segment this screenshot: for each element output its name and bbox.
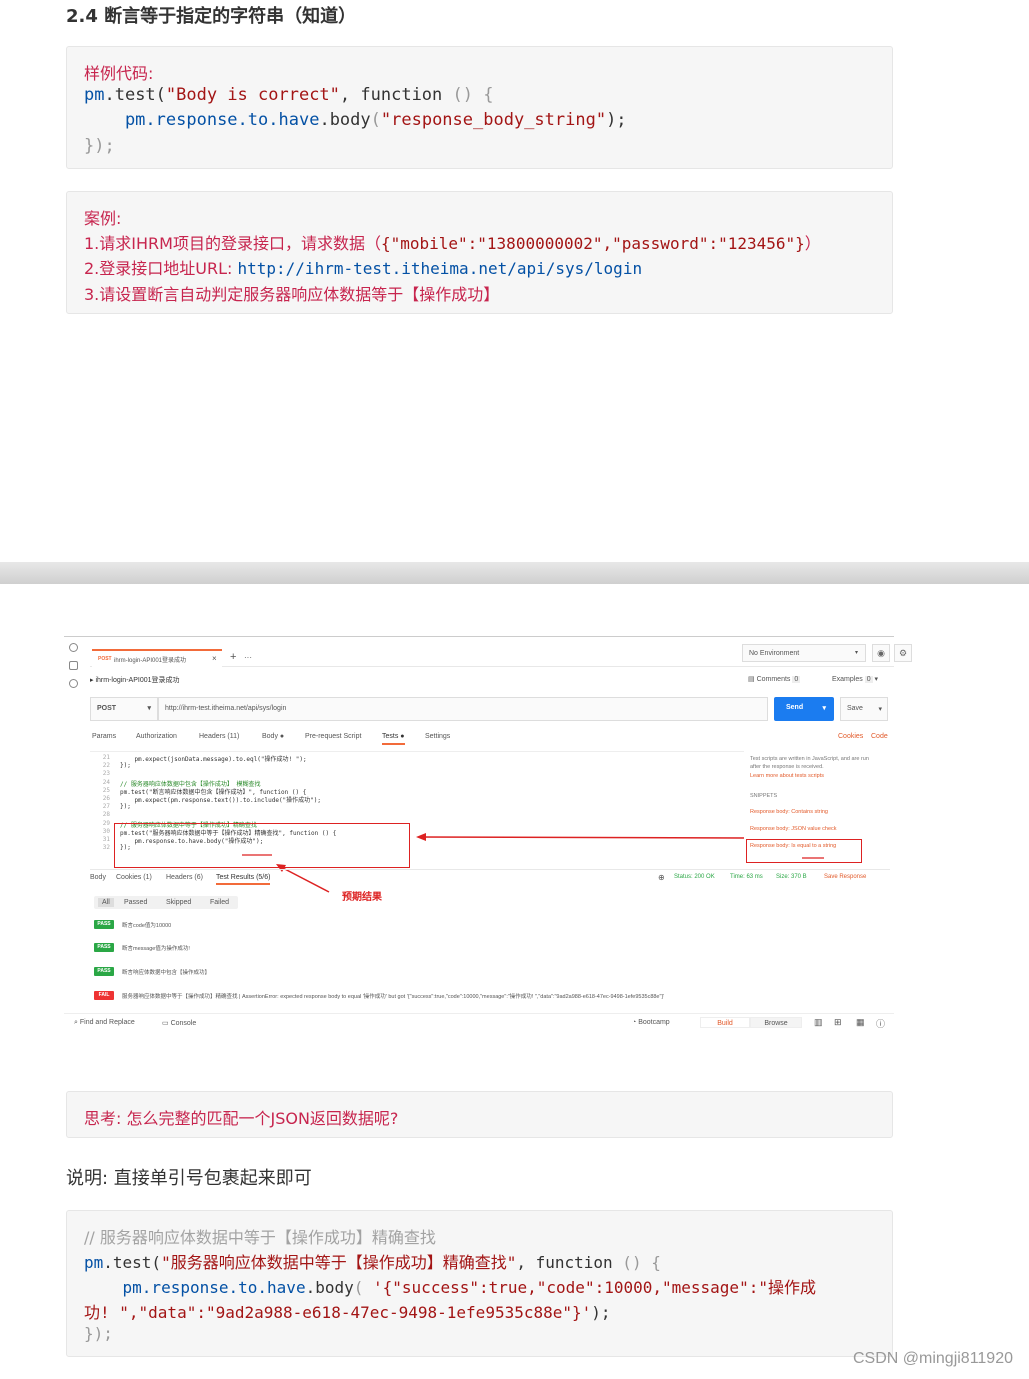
size-text: Size: 370 B [776,874,807,880]
sample-code-block: 样例代码: pm.test("Body is correct", functio… [66,46,893,169]
example-line-2: 2.登录接口地址URL: http://ihrm-test.itheima.ne… [84,259,643,278]
result-text: 断言message值为操作成功! [122,946,190,952]
example-line-1: 1.请求IHRM项目的登录接口，请求数据（{"mobile":"13800000… [84,234,821,253]
filter-skipped[interactable]: Skipped [166,899,191,906]
final-line-3: 功! ","data":"9ad2a988-e618-47ec-9498-1ef… [84,1303,611,1322]
panes-icon[interactable]: ⊞ [834,1017,842,1028]
filter-passed[interactable]: Passed [124,899,147,906]
status-text: Status: 200 OK [674,874,715,880]
time-text: Time: 63 ms [730,874,763,880]
example-block: 案例: 1.请求IHRM项目的登录接口，请求数据（{"mobile":"1380… [66,191,893,314]
note-text: 说明: 直接单引号包裹起来即可 [66,1168,312,1189]
result-text: 断言响应体数据中包含【操作成功】 [122,970,211,976]
gear-icon[interactable]: ⚙ [894,644,912,662]
page-divider [0,562,1029,584]
result-status-badge: FAIL [94,991,114,1000]
find-replace-button[interactable]: ⌕ Find and Replace [74,1019,135,1027]
resp-tab-headers[interactable]: Headers (6) [166,874,203,881]
globe-icon: ⊕ [658,873,665,882]
final-line-1: pm.test("服务器响应体数据中等于【操作成功】精确查找", functio… [84,1253,661,1272]
result-status-badge: PASS [94,967,114,976]
result-text: 服务器响应体数据中等于【操作成功】精确查找 | AssertionError: … [122,994,665,1000]
sample-label: 样例代码: [84,64,154,83]
result-text: 断言code值为10000 [122,923,172,929]
status-footer: ⌕ Find and Replace ▭ Console ◔ Bootcamp … [64,1013,894,1031]
resp-tab-body[interactable]: Body [90,874,106,881]
result-status-badge: PASS [94,943,114,952]
final-line-4: }); [84,1324,113,1343]
final-line-2: pm.response.to.have.body( '{"success":tr… [84,1278,816,1297]
sample-line-3: }); [84,136,115,156]
filter-all[interactable]: All [98,898,114,907]
sample-line-2: pm.response.to.have.body("response_body_… [84,110,627,130]
final-code-block: // 服务器响应体数据中等于【操作成功】精确查找 pm.test("服务器响应体… [66,1210,893,1357]
watermark: CSDN @mingji811920 [852,1350,1013,1367]
result-status-badge: PASS [94,920,114,929]
save-response-button[interactable]: Save Response [824,874,866,880]
resp-tab-test-results[interactable]: Test Results (5/6) [216,874,271,885]
section-heading: 2.4 断言等于指定的字符串（知道） [66,6,357,27]
help-icon[interactable]: ⓘ [876,1017,885,1030]
resp-tab-cookies[interactable]: Cookies (1) [116,874,152,881]
bootcamp-button[interactable]: ◔ Bootcamp [632,1019,670,1026]
console-button[interactable]: ▭ Console [162,1019,196,1027]
filter-bar: All Passed Skipped Failed [94,896,238,909]
build-button[interactable]: Build [700,1017,750,1028]
postman-screenshot: POST ihrm-login-API001登录成功 × + ··· No En… [64,636,912,1031]
response-panel: Body Cookies (1) Headers (6) Test Result… [90,869,890,1019]
example-label: 案例: [84,209,122,228]
final-comment: // 服务器响应体数据中等于【操作成功】精确查找 [84,1228,436,1247]
browse-button[interactable]: Browse [750,1017,802,1028]
sample-line-1: pm.test("Body is correct", function () { [84,85,494,105]
think-text: 思考: 怎么完整的匹配一个JSON返回数据呢? [84,1109,399,1128]
layout-icon[interactable]: ▥ [814,1017,823,1028]
filter-failed[interactable]: Failed [210,899,229,906]
think-block: 思考: 怎么完整的匹配一个JSON返回数据呢? [66,1091,893,1138]
keyboard-icon[interactable]: ▦ [856,1017,865,1028]
example-line-3: 3.请设置断言自动判定服务器响应体数据等于【操作成功】 [84,285,500,304]
